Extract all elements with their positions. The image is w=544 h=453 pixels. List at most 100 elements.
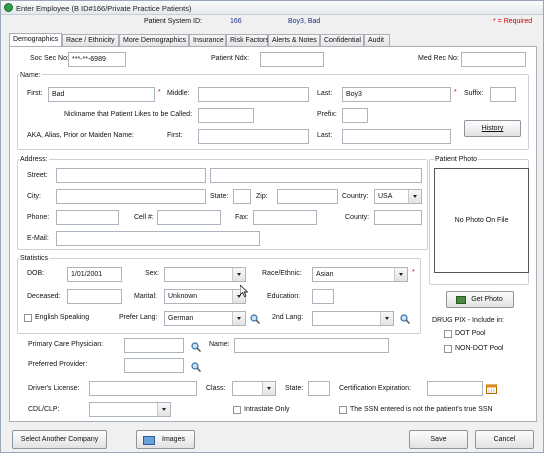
chevron-down-icon[interactable] bbox=[232, 268, 245, 281]
select-company-button[interactable]: Select Another Company bbox=[12, 430, 107, 449]
email-input[interactable] bbox=[56, 231, 260, 246]
sex-select[interactable] bbox=[164, 267, 246, 282]
chevron-down-icon[interactable] bbox=[408, 190, 421, 203]
cancel-button[interactable]: Cancel bbox=[475, 430, 534, 449]
preferred-provider-input[interactable] bbox=[124, 358, 184, 373]
search-icon[interactable] bbox=[250, 314, 260, 324]
zip-input[interactable] bbox=[277, 189, 338, 204]
get-photo-button[interactable]: Get Photo bbox=[446, 291, 514, 308]
pcp-name-input[interactable] bbox=[234, 338, 389, 353]
ssn-not-true-checkbox[interactable] bbox=[339, 406, 347, 414]
phone-label: Phone: bbox=[27, 214, 50, 221]
cdl-clp-select[interactable] bbox=[89, 402, 171, 417]
prefix-input[interactable] bbox=[342, 108, 368, 123]
license-state-label: State: bbox=[285, 385, 304, 392]
chevron-down-icon[interactable] bbox=[394, 268, 407, 281]
city-label: City: bbox=[27, 193, 41, 200]
images-icon bbox=[143, 436, 155, 445]
intrastate-checkbox[interactable] bbox=[233, 406, 241, 414]
city-input[interactable] bbox=[56, 189, 206, 204]
aka-first-label: First: bbox=[167, 132, 183, 139]
suffix-input[interactable] bbox=[490, 87, 516, 102]
dob-input[interactable]: 1/01/2001 bbox=[67, 267, 122, 282]
patient-ndx-input[interactable] bbox=[260, 52, 324, 67]
tab-demographics[interactable]: Demographics bbox=[9, 33, 62, 47]
marital-value: Unknown bbox=[168, 293, 198, 300]
patient-name-value: Boy3, Bad bbox=[288, 18, 321, 25]
first-name-input[interactable]: Bad bbox=[48, 87, 155, 102]
second-lang-select[interactable] bbox=[312, 311, 394, 326]
suffix-label: Suffix: bbox=[464, 90, 484, 97]
dot-pool-label: DOT Pool bbox=[455, 330, 486, 337]
dob-label: DOB: bbox=[27, 270, 45, 277]
search-icon[interactable] bbox=[191, 362, 201, 372]
images-button[interactable]: Images bbox=[136, 430, 195, 449]
tab-confidential[interactable]: Confidential bbox=[320, 34, 364, 46]
chevron-down-icon[interactable] bbox=[262, 382, 275, 395]
first-required-star: * bbox=[158, 89, 161, 96]
race-select[interactable]: Asian bbox=[312, 267, 408, 282]
intrastate-label: Intrastate Only bbox=[244, 406, 290, 413]
calendar-icon[interactable] bbox=[486, 384, 497, 394]
class-select[interactable] bbox=[232, 381, 276, 396]
marital-select[interactable]: Unknown bbox=[164, 289, 246, 304]
drivers-license-input[interactable] bbox=[89, 381, 197, 396]
history-button[interactable]: History bbox=[464, 120, 521, 137]
second-lang-label: 2nd Lang: bbox=[272, 314, 304, 321]
street1-input[interactable] bbox=[56, 168, 206, 183]
search-icon[interactable] bbox=[400, 314, 410, 324]
tab-more-demographics[interactable]: More Demographics bbox=[119, 34, 189, 46]
chevron-down-icon[interactable] bbox=[157, 403, 170, 416]
county-label: County: bbox=[345, 214, 370, 221]
english-speaking-checkbox[interactable] bbox=[24, 314, 32, 322]
cell-input[interactable] bbox=[157, 210, 221, 225]
aka-last-label: Last: bbox=[317, 132, 333, 139]
prefer-lang-value: German bbox=[168, 315, 194, 322]
country-label: Country: bbox=[342, 193, 369, 200]
pcp-label: Primary Care Physician: bbox=[28, 341, 104, 348]
pcp-input[interactable] bbox=[124, 338, 184, 353]
county-input[interactable] bbox=[374, 210, 422, 225]
tab-insurance[interactable]: Insurance bbox=[189, 34, 226, 46]
ssn-not-true-label: The SSN entered is not the patient's tru… bbox=[350, 406, 493, 413]
tab-risk-factors[interactable]: Risk Factors bbox=[226, 34, 269, 46]
nickname-label: Nickname that Patient Likes to be Called… bbox=[64, 111, 193, 118]
dot-pool-checkbox[interactable] bbox=[444, 330, 452, 338]
title-bar: Enter Employee (B ID#166/Private Practic… bbox=[1, 1, 543, 15]
fax-input[interactable] bbox=[253, 210, 317, 225]
tab-race-ethnicity[interactable]: Race / Ethnicity bbox=[62, 34, 119, 46]
save-button[interactable]: Save bbox=[409, 430, 468, 449]
street2-input[interactable] bbox=[210, 168, 422, 183]
deceased-input[interactable] bbox=[67, 289, 122, 304]
nondot-pool-label: NON-DOT Pool bbox=[455, 345, 504, 352]
marital-label: Marital: bbox=[134, 293, 157, 300]
aka-last-input[interactable] bbox=[342, 129, 451, 144]
education-label: Education: bbox=[267, 293, 301, 300]
nondot-pool-checkbox[interactable] bbox=[444, 345, 452, 353]
nickname-input[interactable] bbox=[198, 108, 254, 123]
state-input[interactable] bbox=[233, 189, 251, 204]
cert-expiration-input[interactable] bbox=[427, 381, 483, 396]
window-title: Enter Employee (B ID#166/Private Practic… bbox=[16, 4, 192, 13]
statistics-section-label: Statistics bbox=[19, 255, 50, 262]
med-rec-input[interactable] bbox=[461, 52, 526, 67]
prefer-lang-select[interactable]: German bbox=[164, 311, 246, 326]
middle-name-input[interactable] bbox=[198, 87, 309, 102]
english-speaking-label: English Speaking bbox=[35, 314, 90, 321]
chevron-down-icon[interactable] bbox=[232, 312, 245, 325]
country-select[interactable]: USA bbox=[374, 189, 422, 204]
tab-alerts-notes[interactable]: Alerts & Notes bbox=[268, 34, 320, 46]
last-name-input[interactable]: Boy3 bbox=[342, 87, 451, 102]
education-input[interactable] bbox=[312, 289, 334, 304]
race-label: Race/Ethnic: bbox=[262, 270, 302, 277]
license-state-input[interactable] bbox=[308, 381, 330, 396]
search-icon[interactable] bbox=[191, 342, 201, 352]
chevron-down-icon[interactable] bbox=[380, 312, 393, 325]
aka-first-input[interactable] bbox=[198, 129, 309, 144]
cert-expiration-label: Certification Expiration: bbox=[339, 385, 411, 392]
phone-input[interactable] bbox=[56, 210, 119, 225]
ssn-input[interactable]: ***-**-6989 bbox=[68, 52, 126, 67]
tab-audit[interactable]: Audit bbox=[364, 34, 390, 46]
images-label: Images bbox=[162, 436, 185, 443]
required-note: * = Required bbox=[493, 18, 533, 25]
